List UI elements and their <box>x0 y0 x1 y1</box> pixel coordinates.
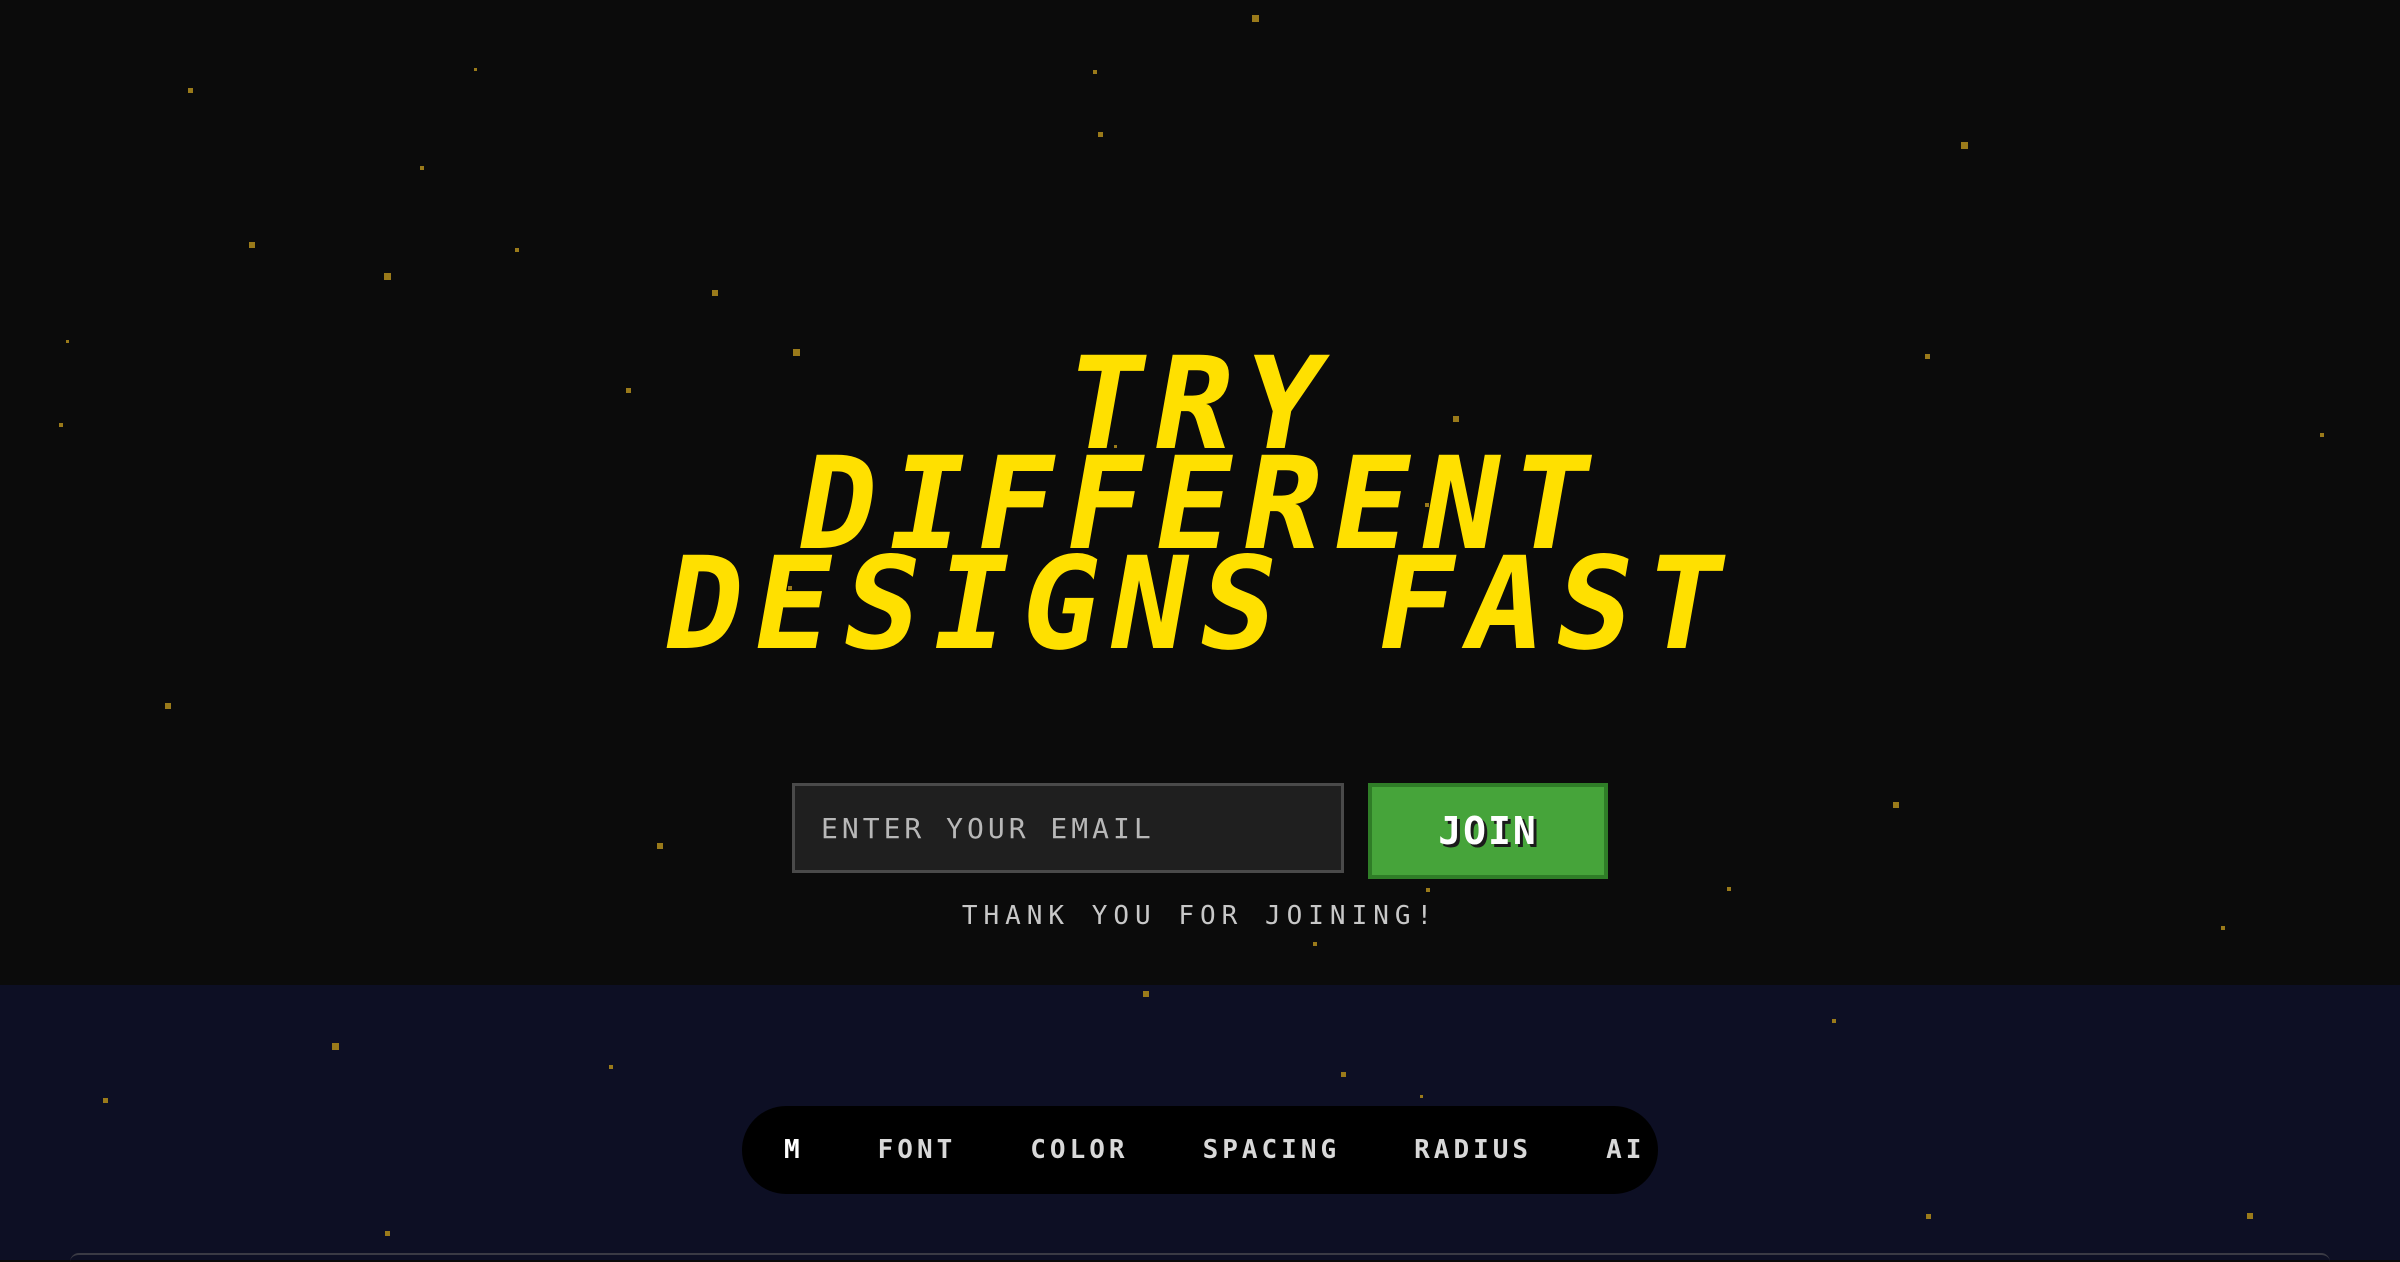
brand-logo[interactable]: M <box>760 1135 841 1165</box>
nav-item-font[interactable]: FONT <box>841 1135 994 1165</box>
nav-item-color[interactable]: COLOR <box>993 1135 1165 1165</box>
headline-line-3: DESIGNS FAST <box>652 530 1748 679</box>
nav-item-ai[interactable]: AI <box>1569 1135 1682 1165</box>
design-toolbar: M FONT COLOR SPACING RADIUS AI <box>742 1106 1658 1194</box>
hero-headline: TRY DIFFERENT DESIGNS FAST <box>0 330 2400 679</box>
email-input[interactable] <box>792 783 1344 873</box>
content-panel-edge <box>70 1253 2330 1262</box>
nav-item-radius[interactable]: RADIUS <box>1377 1135 1569 1165</box>
signup-form: JOIN <box>792 783 1608 879</box>
nav-item-spacing[interactable]: SPACING <box>1166 1135 1378 1165</box>
thanks-message: THANK YOU FOR JOINING! <box>961 901 1439 931</box>
join-button[interactable]: JOIN <box>1368 783 1608 879</box>
